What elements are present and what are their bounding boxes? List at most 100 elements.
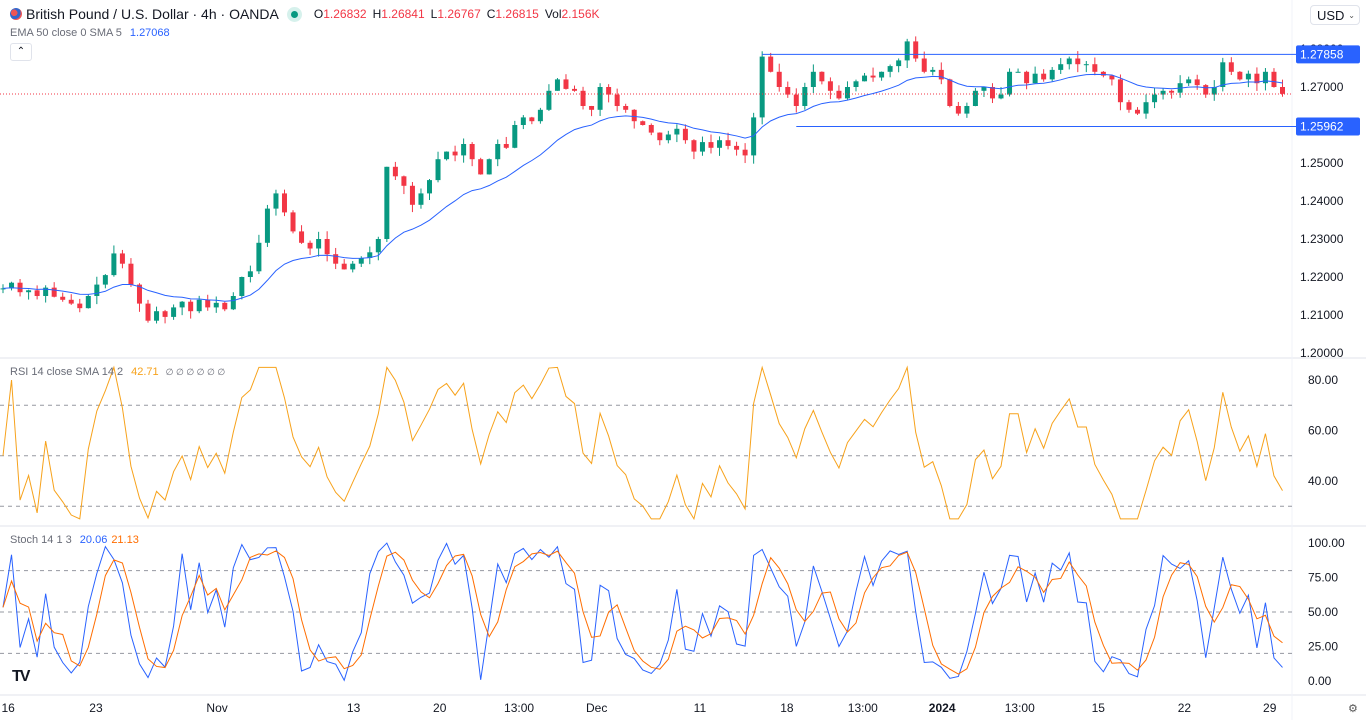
settings-gear-icon[interactable]: ⚙: [1348, 703, 1358, 715]
stoch-label: Stoch 14 1 3: [10, 534, 72, 546]
candle-body: [1220, 62, 1226, 87]
candle-body: [17, 282, 23, 293]
candle-body: [512, 125, 518, 148]
candle-body: [921, 58, 927, 72]
candle-body: [972, 90, 978, 106]
candle-body: [290, 212, 296, 232]
time-tick-label: 29: [1263, 701, 1277, 715]
rsi-legend[interactable]: RSI 14 close SMA 14 2 42.71 ∅ ∅ ∅ ∅ ∅ ∅: [10, 366, 225, 378]
candle-body: [1126, 102, 1132, 110]
candle-body: [537, 109, 543, 122]
candle-body: [989, 87, 995, 99]
time-tick-label: 15: [1092, 701, 1106, 715]
gbp-usd-flag-icon: [10, 8, 22, 20]
candle-body: [324, 239, 330, 255]
candle-body: [879, 71, 885, 78]
ema-value: 1.27068: [129, 27, 170, 39]
stoch-legend[interactable]: Stoch 14 1 3 20.06 21.13: [10, 534, 139, 546]
candle-body: [1041, 73, 1047, 80]
price-tick-label: 1.22000: [1300, 270, 1344, 284]
candle-body: [640, 121, 646, 125]
price-tick-label: 1.20000: [1300, 346, 1344, 360]
rsi-tick-label: 80.00: [1308, 373, 1338, 387]
ema-line: [2, 73, 1283, 302]
candle-body: [734, 145, 740, 150]
candle-body: [222, 302, 228, 310]
candle-body: [154, 311, 160, 321]
candle-body: [623, 106, 629, 110]
candle-body: [827, 81, 833, 91]
candle-body: [1143, 102, 1149, 114]
price-tick-label: 1.24000: [1300, 194, 1344, 208]
candle-body: [1186, 79, 1192, 84]
symbol-title[interactable]: British Pound / U.S. Dollar · 4h · OANDA: [26, 6, 279, 22]
candle-body: [717, 140, 723, 148]
candle-body: [1015, 71, 1021, 73]
candle-body: [742, 149, 748, 156]
candle-body: [870, 75, 876, 78]
candle-body: [375, 239, 381, 253]
candle-body: [213, 302, 219, 308]
candle-body: [264, 208, 270, 243]
candle-body: [1237, 71, 1243, 80]
time-tick-label: 2024: [929, 701, 956, 715]
stoch-tick-label: 75.00: [1308, 571, 1338, 585]
candle-body: [1169, 90, 1175, 93]
candle-body: [486, 159, 492, 175]
candle-body: [572, 88, 578, 91]
candle-body: [1066, 58, 1072, 65]
time-tick-label: 13:00: [848, 701, 878, 715]
candle-body: [188, 301, 194, 312]
time-tick-label: 22: [1178, 701, 1192, 715]
candle-body: [418, 193, 424, 205]
candle-body: [563, 79, 569, 89]
candle-body: [1271, 71, 1277, 87]
candle-body: [281, 193, 287, 213]
chart-canvas[interactable]: 1.20000 1.21000 1.22000 1.23000 1.24000 1.250…: [0, 0, 1366, 720]
candle-body: [691, 140, 697, 152]
candle-body: [554, 79, 560, 91]
candle-body: [247, 271, 253, 277]
candle-body: [256, 242, 262, 272]
candle-body: [529, 117, 535, 122]
candle-body: [452, 151, 458, 156]
stoch-k-value: 20.06: [79, 534, 108, 546]
price-tick-label: 1.27000: [1300, 80, 1344, 94]
candle-body: [930, 69, 936, 72]
time-tick-label: 16: [1, 701, 15, 715]
ohlc-c: C1.26815: [486, 7, 539, 21]
candle-body: [1092, 64, 1098, 72]
candle-body: [1280, 87, 1285, 94]
candle-body: [904, 41, 910, 61]
stoch-tick-label: 50.00: [1308, 605, 1338, 619]
candle-body: [85, 296, 91, 309]
candle-body: [145, 303, 151, 321]
currency-select[interactable]: USD ⌄: [1310, 5, 1360, 25]
candle-body: [401, 176, 407, 186]
level-price-label: 1.25962: [1300, 119, 1344, 133]
ohlc-values: O1.26832 H1.26841 L1.26767 C1.26815 Vol2.156…: [314, 7, 600, 21]
collapse-legend-button[interactable]: ⌃: [10, 43, 32, 61]
candle-body: [230, 296, 236, 310]
candle-body: [350, 263, 356, 270]
candle-body: [392, 166, 398, 177]
ema-legend[interactable]: EMA 50 close 0 SMA 5 1.27068: [10, 27, 170, 39]
candle-body: [1083, 64, 1089, 66]
tradingview-logo[interactable]: TV: [12, 668, 31, 686]
candle-body: [998, 94, 1004, 99]
stoch-d-value: 21.13: [111, 534, 139, 546]
rsi-tick-label: 60.00: [1308, 424, 1338, 438]
candle-body: [162, 311, 168, 317]
time-tick-label: 20: [433, 701, 447, 715]
ohlc-h: H1.26841: [372, 7, 425, 21]
rsi-value: 42.71: [131, 366, 159, 378]
candle-body: [34, 290, 40, 296]
candle-body: [119, 253, 125, 264]
candle-body: [94, 284, 100, 296]
currency-value: USD: [1317, 8, 1345, 23]
rsi-label: RSI 14 close SMA 14 2: [10, 366, 124, 378]
candle-body: [1049, 69, 1055, 80]
candle-body: [1007, 71, 1013, 95]
candle-body: [495, 144, 501, 160]
candle-body: [725, 140, 731, 146]
